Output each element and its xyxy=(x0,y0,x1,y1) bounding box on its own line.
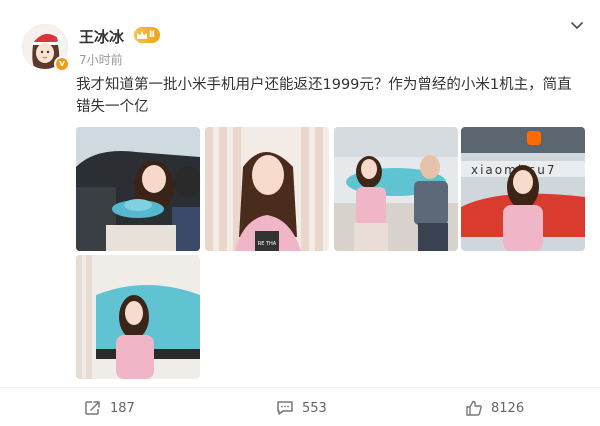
svg-text:RE THA: RE THA xyxy=(258,241,277,247)
post-image-2[interactable]: RE THA xyxy=(205,127,329,251)
action-divider xyxy=(0,387,600,388)
chevron-down-icon[interactable] xyxy=(568,18,586,32)
post-image-5[interactable] xyxy=(76,255,200,379)
repost-button[interactable]: 187 xyxy=(84,398,135,418)
comment-count: 553 xyxy=(302,400,327,416)
repost-icon xyxy=(85,401,100,415)
repost-count: 187 xyxy=(110,400,135,416)
post-image-3[interactable] xyxy=(334,127,458,251)
username[interactable]: 王冰冰 xyxy=(79,26,124,47)
thumbs-up-icon xyxy=(466,400,482,416)
avatar[interactable]: v xyxy=(22,24,70,72)
comment-icon xyxy=(277,401,293,415)
post-image-4[interactable]: xiaomi su7 xyxy=(461,127,585,251)
post-text: 我才知道第一批小米手机用户还能返还1999元？作为曾经的小米1机主，简直错失一个… xyxy=(76,77,572,115)
like-button[interactable]: 8126 xyxy=(465,398,524,418)
post-image-1[interactable] xyxy=(76,127,200,251)
vip-badge[interactable]: Ⅱ xyxy=(134,27,160,43)
verified-badge-icon: v xyxy=(54,56,70,72)
crown-icon xyxy=(137,30,147,39)
comment-button[interactable]: 553 xyxy=(276,398,327,418)
vip-level: Ⅱ xyxy=(149,30,155,40)
post-timestamp[interactable]: 7小时前 xyxy=(79,51,123,68)
like-count: 8126 xyxy=(491,400,525,416)
